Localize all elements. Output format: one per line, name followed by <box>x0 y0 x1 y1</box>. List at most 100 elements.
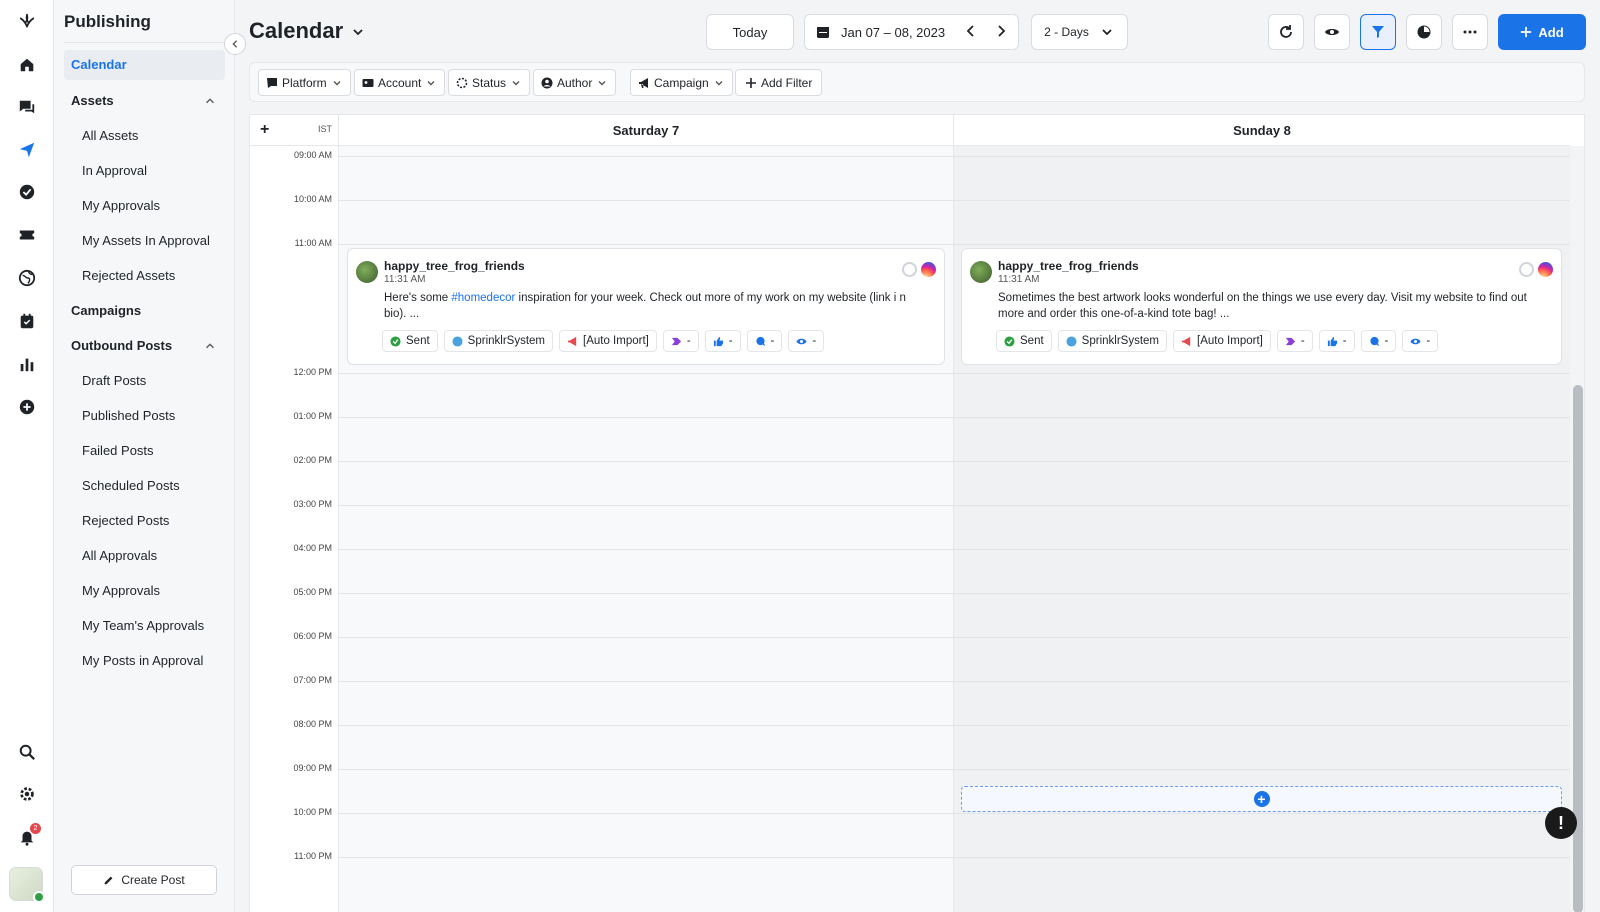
chevron-up-icon[interactable] <box>204 86 218 116</box>
post-card[interactable]: happy_tree_frog_friends 11:31 AM Here's … <box>347 248 945 365</box>
sidebar-item-campaigns[interactable]: Campaigns <box>64 296 225 326</box>
status-chip[interactable]: Sent <box>996 330 1052 352</box>
sprinklr-logo-icon[interactable] <box>17 12 37 32</box>
sidebar-item-all-assets[interactable]: All Assets <box>64 121 225 151</box>
post-time: 11:31 AM <box>998 274 1040 285</box>
ticket-icon[interactable] <box>17 225 37 245</box>
bell-icon[interactable]: 2 <box>17 823 41 847</box>
sent-check-icon <box>1004 335 1015 347</box>
platform-filter[interactable]: Platform <box>258 69 351 96</box>
post-text-start: Here's some <box>384 292 452 304</box>
post-hashtag[interactable]: #homedecor <box>451 292 515 304</box>
more-options-button[interactable] <box>1452 14 1488 50</box>
sidebar-item-my-approvals[interactable]: My Approvals <box>64 191 225 221</box>
add-post-slot[interactable]: + <box>961 786 1562 812</box>
check-circle-icon[interactable] <box>17 182 37 202</box>
sidebar-item-my-team-s-approvals[interactable]: My Team's Approvals <box>64 611 225 641</box>
user-avatar[interactable] <box>9 867 45 903</box>
comments-chip[interactable]: - <box>1360 330 1397 352</box>
hour-gridline <box>338 681 1570 682</box>
author-filter[interactable]: Author <box>533 69 617 96</box>
today-button[interactable]: Today <box>706 14 794 50</box>
create-post-button[interactable]: Create Post <box>71 865 217 895</box>
sidebar-item-assets[interactable]: Assets <box>64 86 225 116</box>
megaphone-icon <box>639 77 648 88</box>
campaign-chip[interactable]: [Auto Import] <box>1173 330 1271 352</box>
add-button[interactable]: Add <box>1498 14 1586 50</box>
filter-toggle-button[interactable] <box>1360 14 1396 50</box>
preview-button[interactable] <box>1314 14 1350 50</box>
sidebar-item-published-posts[interactable]: Published Posts <box>64 401 225 431</box>
author-filter-label: Author <box>557 75 593 90</box>
sidebar-item-in-approval[interactable]: In Approval <box>64 156 225 186</box>
date-range-picker[interactable]: Jan 07 – 08, 2023 <box>804 14 1019 50</box>
user-chip[interactable]: SprinklrSystem <box>443 330 553 352</box>
previous-range-button[interactable] <box>963 23 979 42</box>
likes-value: - <box>1342 335 1347 347</box>
add-circle-icon[interactable] <box>17 397 37 417</box>
user-chip-label: SprinklrSystem <box>467 335 545 347</box>
campaign-filter[interactable]: Campaign <box>630 69 733 96</box>
status-chip[interactable]: Sent <box>382 330 438 352</box>
bar-chart-icon[interactable] <box>17 354 37 374</box>
sidebar-item-my-posts-in-approval[interactable]: My Posts in Approval <box>64 646 225 676</box>
calendar-scrollbar-thumb[interactable] <box>1573 385 1583 912</box>
next-range-button[interactable] <box>993 23 1009 42</box>
views-chip[interactable]: - <box>1402 330 1439 352</box>
hour-gridline <box>338 549 1570 550</box>
likes-chip[interactable]: - <box>704 330 741 352</box>
account-filter-label: Account <box>378 75 422 90</box>
title-chevron-down-icon[interactable] <box>350 24 366 40</box>
chart-view-button[interactable] <box>1406 14 1442 50</box>
chevron-up-icon[interactable] <box>204 331 218 361</box>
sidebar-item-all-approvals[interactable]: All Approvals <box>64 541 225 571</box>
sidebar-item-scheduled-posts[interactable]: Scheduled Posts <box>64 471 225 501</box>
eye-icon <box>1325 29 1339 35</box>
label-chip[interactable]: - <box>1276 330 1313 352</box>
sprinklr-channel-icon <box>902 262 917 277</box>
post-meta-chips: Sent SprinklrSystem [Auto Import] - - - … <box>382 330 825 352</box>
chat-icon[interactable] <box>17 97 37 117</box>
home-icon[interactable] <box>17 55 37 75</box>
sidebar-item-calendar[interactable]: Calendar <box>64 50 225 80</box>
views-chip[interactable]: - <box>788 330 825 352</box>
calendar-check-icon[interactable] <box>17 311 37 331</box>
send-icon[interactable] <box>17 140 37 160</box>
page-title: Calendar <box>249 18 344 43</box>
campaign-chip[interactable]: [Auto Import] <box>559 330 657 352</box>
add-timezone-button[interactable]: + <box>260 121 269 139</box>
sidebar-item-label: Draft Posts <box>82 373 147 388</box>
view-selector[interactable]: 2 - Days <box>1031 14 1128 50</box>
user-chip[interactable]: SprinklrSystem <box>1057 330 1167 352</box>
instagram-icon <box>1538 262 1553 277</box>
gear-icon[interactable] <box>17 784 37 804</box>
account-filter[interactable]: Account <box>354 69 446 96</box>
alert-button[interactable]: ! <box>1545 807 1577 839</box>
sidebar-title: Publishing <box>64 12 151 31</box>
hour-gridline <box>338 156 1570 157</box>
hour-gridline <box>338 505 1570 506</box>
refresh-button[interactable] <box>1268 14 1304 50</box>
sidebar-item-draft-posts[interactable]: Draft Posts <box>64 366 225 396</box>
chevron-down-icon <box>427 80 435 85</box>
sidebar-item-my-approvals[interactable]: My Approvals <box>64 576 225 606</box>
add-filter-button[interactable]: Add Filter <box>735 69 823 96</box>
edit-icon <box>104 876 115 886</box>
status-chip-label: Sent <box>1020 335 1044 347</box>
likes-chip[interactable]: - <box>1318 330 1355 352</box>
hour-gridline <box>338 637 1570 638</box>
create-post-label: Create Post <box>121 873 185 887</box>
sidebar-item-my-assets-in-approval[interactable]: My Assets In Approval <box>64 226 225 256</box>
status-filter[interactable]: Status <box>448 69 531 96</box>
add-slot-plus-icon[interactable]: + <box>1253 791 1270 807</box>
post-card[interactable]: happy_tree_frog_friends 11:31 AM Sometim… <box>961 248 1562 365</box>
label-chip[interactable]: - <box>662 330 699 352</box>
search-icon[interactable] <box>17 742 37 762</box>
sidebar-item-outbound-posts[interactable]: Outbound Posts <box>64 331 225 361</box>
sidebar-item-rejected-assets[interactable]: Rejected Assets <box>64 261 225 291</box>
collapse-sidebar-button[interactable] <box>224 33 246 55</box>
sidebar-item-rejected-posts[interactable]: Rejected Posts <box>64 506 225 536</box>
sidebar-item-failed-posts[interactable]: Failed Posts <box>64 436 225 466</box>
globe-icon[interactable] <box>17 268 37 288</box>
comments-chip[interactable]: - <box>746 330 783 352</box>
